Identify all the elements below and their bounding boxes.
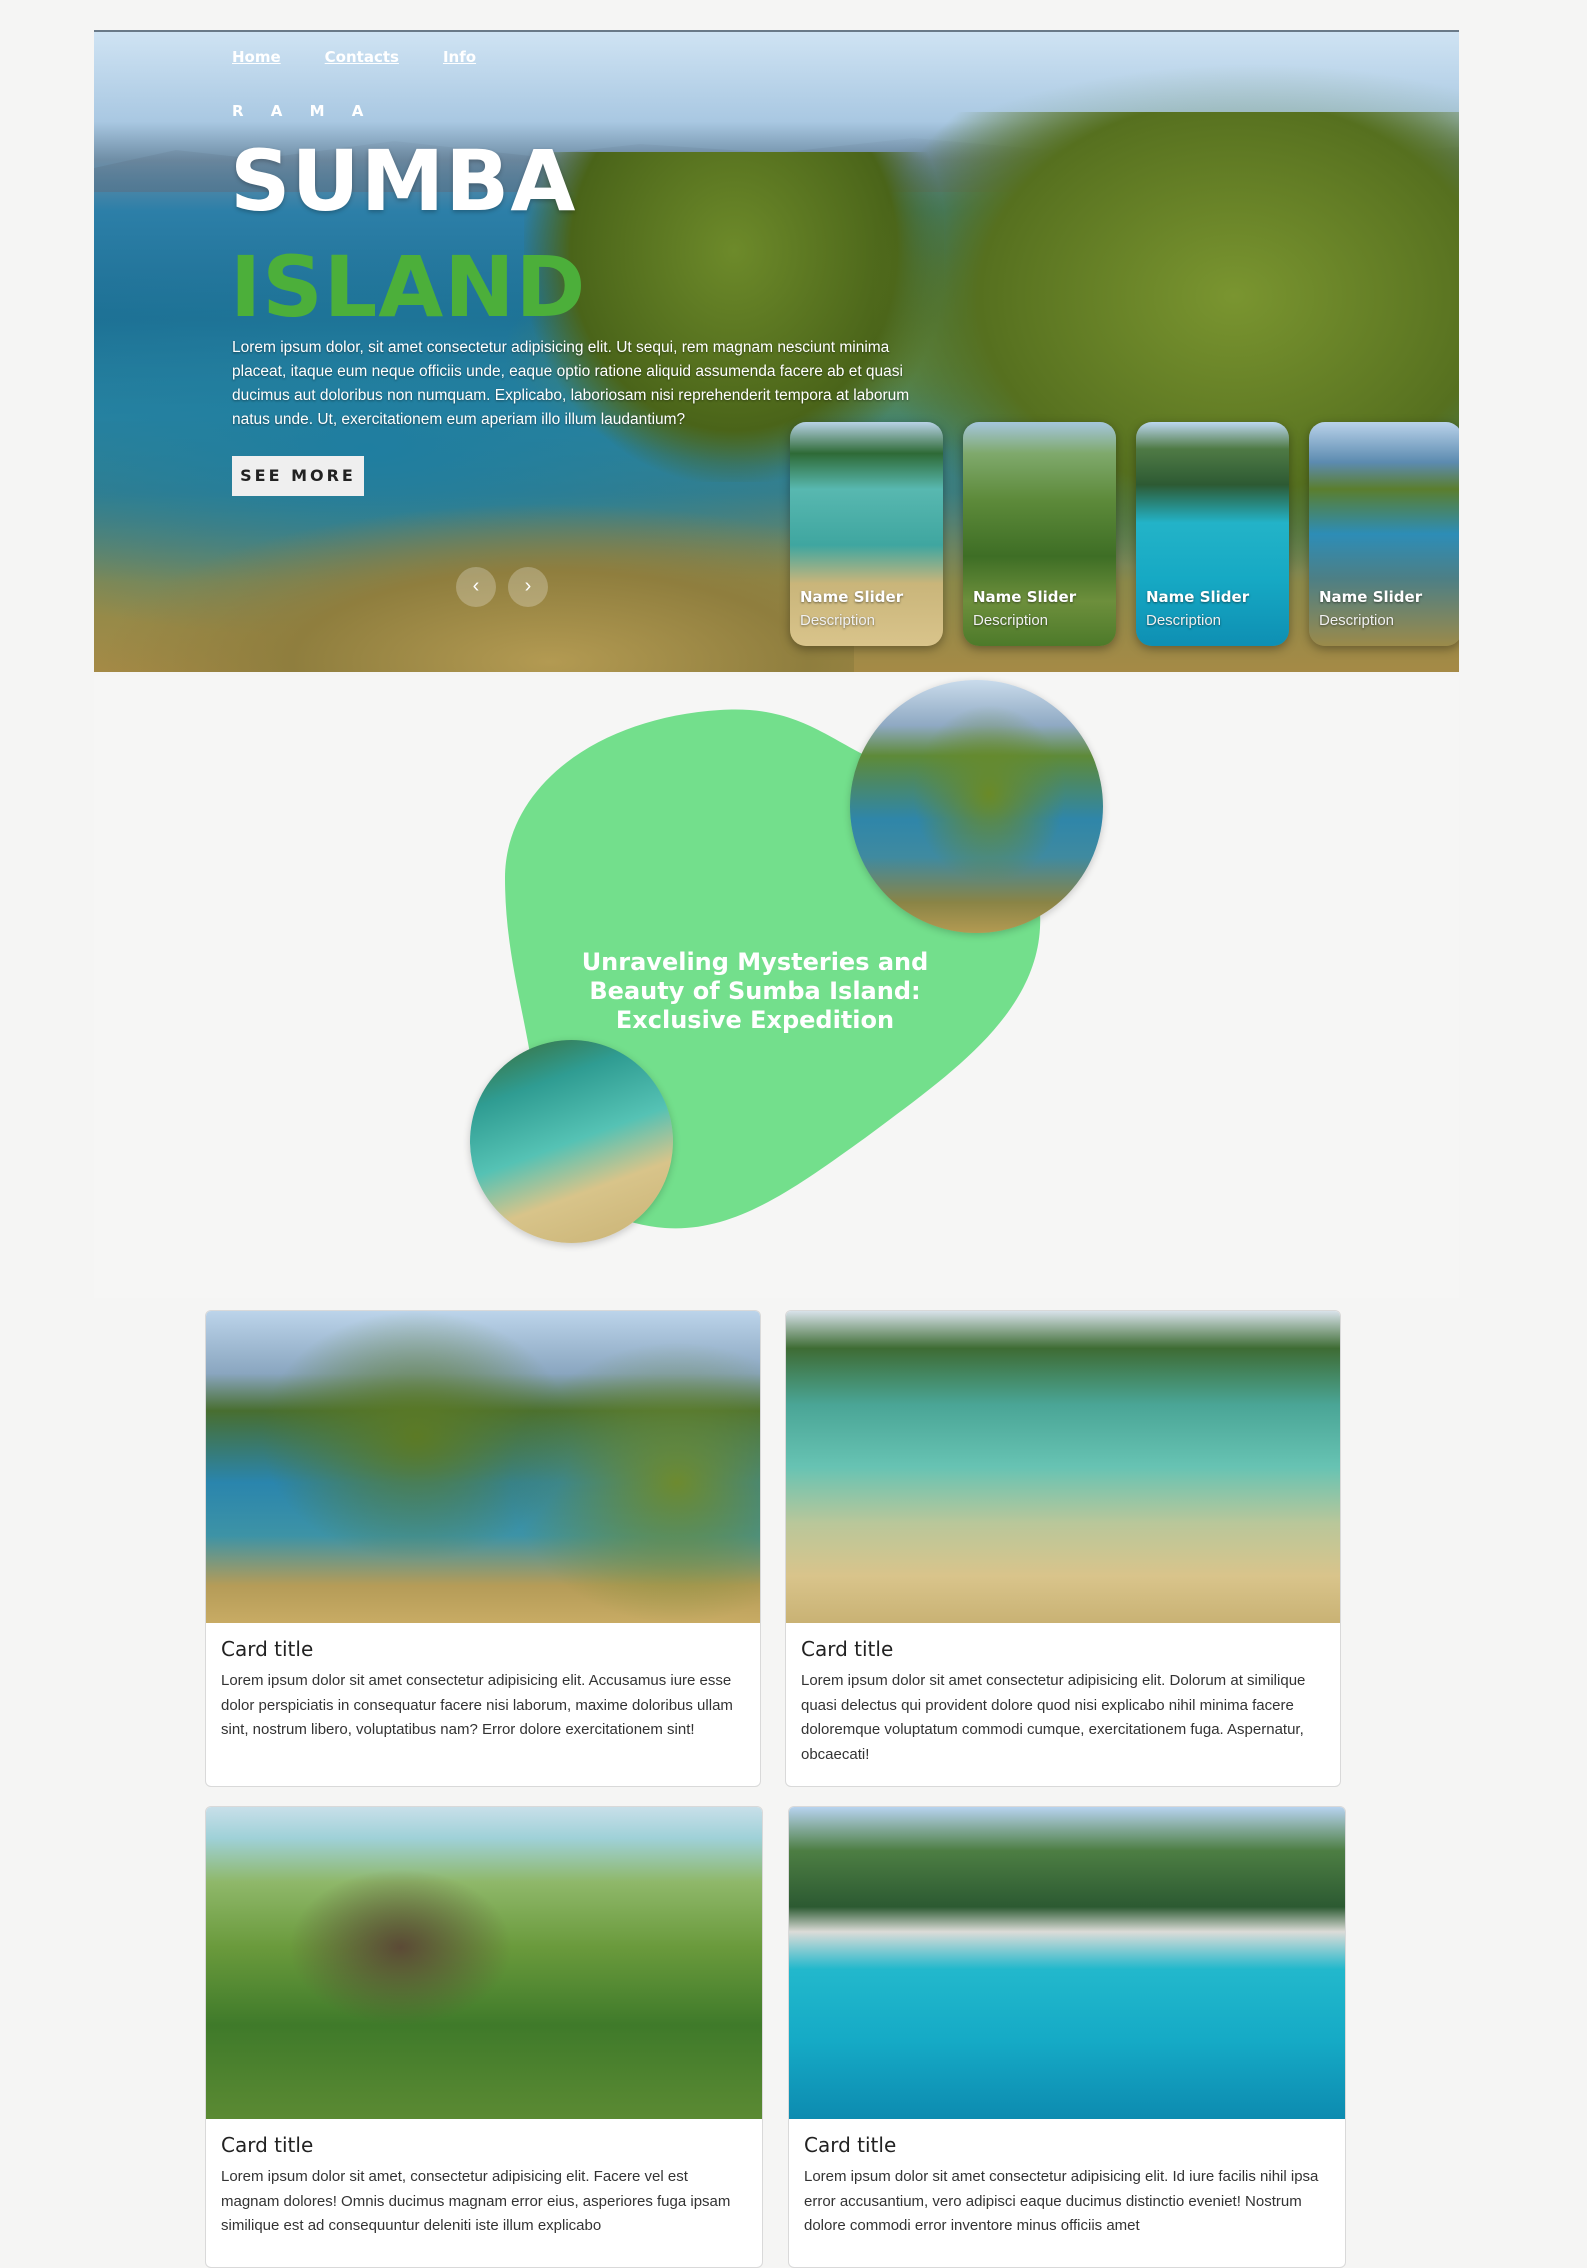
hero-title-line2: ISLAND — [230, 238, 587, 336]
slider-thumb-description: Description — [973, 612, 1049, 629]
hero-description: Lorem ipsum dolor, sit amet consectetur … — [232, 339, 910, 428]
top-nav: Home Contacts Info — [232, 48, 476, 66]
feature-title: Unraveling Mysteries and Beauty of Sumba… — [581, 948, 929, 1034]
card-text: Lorem ipsum dolor sit amet consectetur a… — [221, 1672, 733, 1738]
slider-thumb[interactable]: Name Slider Description — [1136, 422, 1289, 646]
nav-link-home[interactable]: Home — [232, 48, 281, 66]
slider-thumb[interactable]: Name Slider Description — [1309, 422, 1459, 646]
slider-thumb-name: Name Slider — [800, 588, 904, 606]
card: Card title Lorem ipsum dolor sit amet co… — [785, 1310, 1341, 1787]
slider-thumb[interactable]: Name Slider Description — [790, 422, 943, 646]
card-title: Card title — [804, 2133, 897, 2157]
slider-thumb-name: Name Slider — [1319, 588, 1423, 606]
next-arrow-button[interactable]: › — [508, 567, 548, 607]
slider-thumb-name: Name Slider — [1146, 588, 1250, 606]
card-image — [206, 1311, 760, 1623]
card: Card title Lorem ipsum dolor sit amet co… — [205, 1310, 761, 1787]
card-title: Card title — [221, 2133, 314, 2157]
feature-beach-image — [470, 1040, 673, 1243]
brand-label: R A M A — [232, 102, 375, 120]
slider-thumb[interactable]: Name Slider Description — [963, 422, 1116, 646]
card: Card title Lorem ipsum dolor sit amet co… — [788, 1806, 1346, 2268]
feature-island-image — [850, 680, 1103, 933]
slider-thumb-description: Description — [1146, 612, 1222, 629]
card-title: Card title — [801, 1637, 894, 1661]
hero-title-line1: SUMBA — [230, 132, 577, 230]
prev-arrow-button[interactable]: ‹ — [456, 567, 496, 607]
hero-section: Home Contacts Info R A M A SUMBA ISLAND … — [94, 30, 1459, 672]
card-text: Lorem ipsum dolor sit amet, consectetur … — [221, 2168, 731, 2234]
slider-arrows: ‹ › — [456, 567, 548, 607]
nav-link-contacts[interactable]: Contacts — [325, 48, 399, 66]
slider-thumb-description: Description — [1319, 612, 1395, 629]
card-image — [206, 1807, 762, 2119]
card-text: Lorem ipsum dolor sit amet consectetur a… — [804, 2168, 1319, 2234]
see-more-button[interactable]: SEE MORE — [232, 456, 364, 496]
card-title: Card title — [221, 1637, 314, 1661]
slider-thumb-description: Description — [800, 612, 876, 629]
slider-thumb-name: Name Slider — [973, 588, 1077, 606]
slider-thumbnails: Name Slider Description Name Slider Desc… — [790, 422, 1459, 646]
nav-link-info[interactable]: Info — [443, 48, 476, 66]
card: Card title Lorem ipsum dolor sit amet, c… — [205, 1806, 763, 2268]
card-text: Lorem ipsum dolor sit amet consectetur a… — [801, 1672, 1306, 1763]
card-image — [786, 1311, 1340, 1623]
card-image — [789, 1807, 1345, 2119]
